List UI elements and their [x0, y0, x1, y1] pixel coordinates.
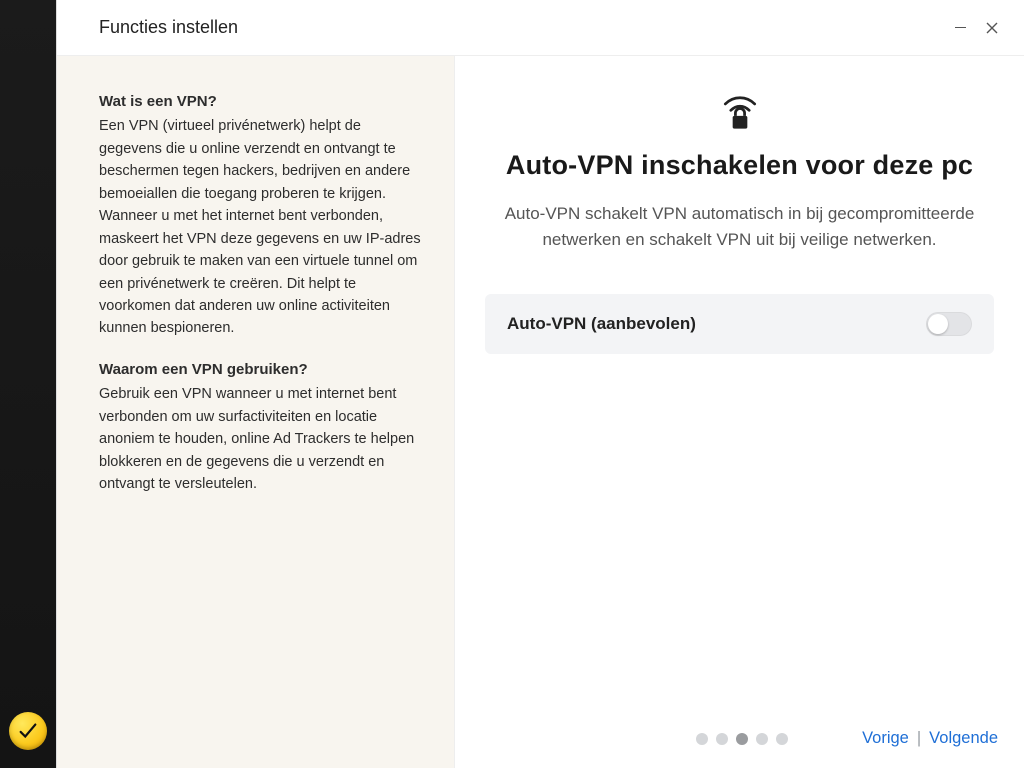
- step-dot[interactable]: [736, 733, 748, 745]
- info-heading-why: Waarom een VPN gebruiken?: [99, 358, 424, 381]
- step-dot[interactable]: [696, 733, 708, 745]
- setting-card-autovpn: Auto-VPN (aanbevolen): [485, 294, 994, 354]
- norton-logo: [9, 712, 47, 750]
- step-indicator: [621, 733, 862, 745]
- step-dot[interactable]: [776, 733, 788, 745]
- wifi-lock-icon: [718, 92, 762, 136]
- next-link[interactable]: Volgende: [929, 729, 998, 748]
- main-panel: Auto-VPN inschakelen voor deze pc Auto-V…: [455, 56, 1024, 768]
- step-dot[interactable]: [716, 733, 728, 745]
- info-heading-what: Wat is een VPN?: [99, 90, 424, 113]
- info-body-why: Gebruik een VPN wanneer u met internet b…: [99, 383, 424, 495]
- prev-link[interactable]: Vorige: [862, 729, 909, 748]
- hero: Auto-VPN inschakelen voor deze pc Auto-V…: [485, 92, 994, 254]
- page-subheading: Auto-VPN schakelt VPN automatisch in bij…: [500, 201, 980, 254]
- step-dot[interactable]: [756, 733, 768, 745]
- info-body-what: Een VPN (virtueel privénetwerk) helpt de…: [99, 115, 424, 340]
- brand-rail: [0, 0, 56, 768]
- setting-label-autovpn: Auto-VPN (aanbevolen): [507, 314, 926, 334]
- close-button[interactable]: [976, 12, 1008, 44]
- titlebar: Functies instellen: [57, 0, 1024, 56]
- toggle-autovpn[interactable]: [926, 312, 972, 336]
- window: Functies instellen Wat is een VPN? Een V…: [56, 0, 1024, 768]
- window-title: Functies instellen: [99, 17, 238, 38]
- info-panel: Wat is een VPN? Een VPN (virtueel privén…: [57, 56, 455, 768]
- nav-separator: |: [917, 729, 921, 748]
- toggle-knob: [928, 314, 948, 334]
- wizard-footer: Vorige | Volgende: [455, 715, 1024, 768]
- page-heading: Auto-VPN inschakelen voor deze pc: [485, 150, 994, 181]
- minimize-button[interactable]: [944, 12, 976, 44]
